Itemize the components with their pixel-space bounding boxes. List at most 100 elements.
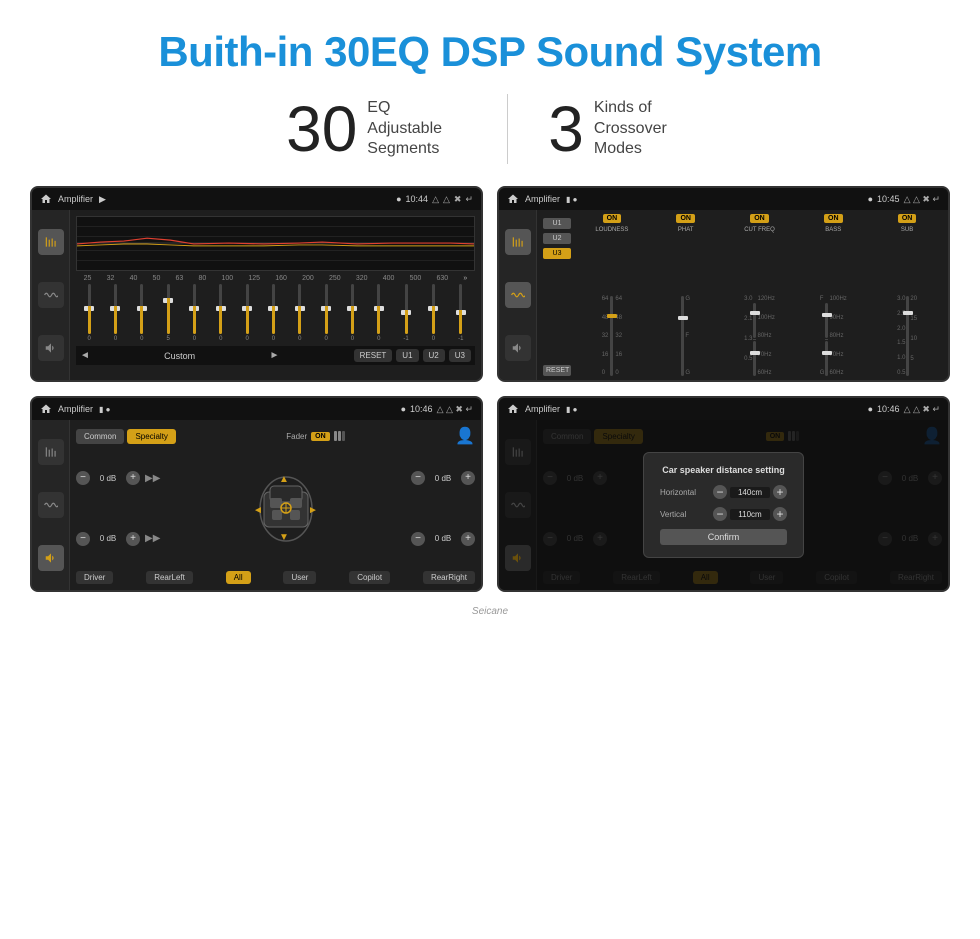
speaker-icon-2[interactable] xyxy=(505,335,531,361)
dialog-overlay: Car speaker distance setting Horizontal … xyxy=(499,420,948,590)
db-val-3: 0 dB xyxy=(428,474,458,483)
dialog-horizontal-row: Horizontal − 140cm + xyxy=(660,485,787,499)
eq-slider-4[interactable]: 5 xyxy=(166,284,169,344)
freq-320: 320 xyxy=(356,275,368,282)
eq-slider-3[interactable]: 0 xyxy=(140,284,143,344)
freq-80: 80 xyxy=(199,275,207,282)
eq-icon-2[interactable] xyxy=(505,229,531,255)
common-btn[interactable]: Common xyxy=(76,429,124,444)
plus-btn-1[interactable]: + xyxy=(126,471,140,485)
plus-btn-3[interactable]: + xyxy=(461,471,475,485)
reset-btn[interactable]: RESET xyxy=(354,349,393,362)
expand-icon[interactable]: » xyxy=(463,275,467,282)
minus-btn-2[interactable]: − xyxy=(76,532,90,546)
user-btn[interactable]: User xyxy=(283,571,316,584)
play-icon[interactable]: ▶ xyxy=(99,194,106,205)
plus-btn-4[interactable]: + xyxy=(461,532,475,546)
close-icon[interactable]: ✖ xyxy=(454,194,462,205)
eq-slider-13[interactable]: -1 xyxy=(403,284,408,344)
eq-next-btn[interactable]: ► xyxy=(269,350,279,361)
stat1-label: EQ AdjustableSegments xyxy=(367,98,467,160)
db-val-2: 0 dB xyxy=(93,534,123,543)
u2-preset[interactable]: U2 xyxy=(543,233,571,244)
eq-icon[interactable] xyxy=(38,229,64,255)
horizontal-value: 140cm xyxy=(730,487,770,498)
all-btn[interactable]: All xyxy=(226,571,251,584)
u3-btn[interactable]: U3 xyxy=(449,349,471,362)
u1-btn[interactable]: U1 xyxy=(396,349,418,362)
location-icon-2: ● xyxy=(868,194,873,204)
u3-preset[interactable]: U3 xyxy=(543,248,571,259)
eq-icon-3[interactable] xyxy=(38,439,64,465)
screen1-time: 10:44 xyxy=(406,194,429,204)
dialog-vertical-row: Vertical − 110cm + xyxy=(660,507,787,521)
eq-slider-9[interactable]: 0 xyxy=(298,284,301,344)
reset-preset[interactable]: RESET xyxy=(543,365,571,376)
speaker-icon[interactable] xyxy=(38,335,64,361)
user-avatar: 👤 xyxy=(455,426,475,446)
dialog-box: Car speaker distance setting Horizontal … xyxy=(643,452,804,558)
vertical-plus-btn[interactable]: + xyxy=(773,507,787,521)
screen3-statusbar: Amplifier ▮ ● ● 10:46 △ △ ✖ ↵ xyxy=(32,398,481,420)
stat-eq: 30 EQ AdjustableSegments xyxy=(246,97,507,161)
u2-btn[interactable]: U2 xyxy=(423,349,445,362)
eq-slider-8[interactable]: 0 xyxy=(272,284,275,344)
eq-slider-14[interactable]: 0 xyxy=(432,284,435,344)
phat-label: PHAT xyxy=(678,227,694,233)
freq-250: 250 xyxy=(329,275,341,282)
home-icon-2[interactable] xyxy=(507,193,519,205)
rearright-btn[interactable]: RearRight xyxy=(423,571,475,584)
eq-slider-10[interactable]: 0 xyxy=(324,284,327,344)
screen4-body: Common Specialty ON 👤 −0 dB+ xyxy=(499,420,948,590)
screen2-statusbar: Amplifier ▮ ● ● 10:45 △ △ ✖ ↵ xyxy=(499,188,948,210)
copilot-btn[interactable]: Copilot xyxy=(349,571,390,584)
volume-icon: △ xyxy=(443,194,450,205)
eq-bottom: ◄ Custom ► RESET U1 U2 U3 xyxy=(76,346,475,365)
eq-slider-2[interactable]: 0 xyxy=(114,284,117,344)
home-icon-4[interactable] xyxy=(507,403,519,415)
minus-btn-1[interactable]: − xyxy=(76,471,90,485)
horizontal-minus-btn[interactable]: − xyxy=(713,485,727,499)
freq-400: 400 xyxy=(383,275,395,282)
page-title: Buith-in 30EQ DSP Sound System xyxy=(0,0,980,94)
vertical-minus-btn[interactable]: − xyxy=(713,507,727,521)
screen2-container: Amplifier ▮ ● ● 10:45 △ △ ✖ ↵ xyxy=(497,186,950,382)
wave-icon[interactable] xyxy=(38,282,64,308)
screen2-app-label: Amplifier xyxy=(525,194,560,204)
eq-slider-12[interactable]: 0 xyxy=(377,284,380,344)
wave-icon-2[interactable] xyxy=(505,282,531,308)
horizontal-plus-btn[interactable]: + xyxy=(773,485,787,499)
speaker-icon-3[interactable] xyxy=(38,545,64,571)
dialog-title: Car speaker distance setting xyxy=(660,465,787,475)
eq-slider-11[interactable]: 0 xyxy=(351,284,354,344)
u1-preset[interactable]: U1 xyxy=(543,218,571,229)
rearleft-btn[interactable]: RearLeft xyxy=(146,571,193,584)
camera-icon: △ xyxy=(432,194,439,205)
screen3-container: Amplifier ▮ ● ● 10:46 △ △ ✖ ↵ xyxy=(30,396,483,592)
specialty-btn[interactable]: Specialty xyxy=(127,429,175,444)
plus-btn-2[interactable]: + xyxy=(126,532,140,546)
eq-slider-7[interactable]: 0 xyxy=(245,284,248,344)
home-icon[interactable] xyxy=(40,193,52,205)
stat2-number: 3 xyxy=(548,97,584,161)
svg-text:◄: ◄ xyxy=(253,505,263,516)
driver-btn[interactable]: Driver xyxy=(76,571,113,584)
screen2-side-controls xyxy=(499,210,537,380)
svg-text:▼: ▼ xyxy=(279,532,289,543)
back-icon[interactable]: ↵ xyxy=(465,194,473,205)
eq-freq-labels: 25 32 40 50 63 80 100 125 160 200 250 32… xyxy=(76,275,475,282)
eq-slider-1[interactable]: 0 xyxy=(87,284,90,344)
eq-prev-btn[interactable]: ◄ xyxy=(80,350,90,361)
home-icon-3[interactable] xyxy=(40,403,52,415)
eq-slider-15[interactable]: -1 xyxy=(458,284,463,344)
screen1-container: Amplifier ▶ ● 10:44 △ △ ✖ ↵ xyxy=(30,186,483,382)
eq-slider-5[interactable]: 0 xyxy=(193,284,196,344)
minus-btn-3[interactable]: − xyxy=(411,471,425,485)
channel-bass: ON BASS FG 100Hz90Hz80Hz70Hz60Hz xyxy=(798,214,868,376)
db-val-4: 0 dB xyxy=(428,534,458,543)
wave-icon-3[interactable] xyxy=(38,492,64,518)
channel-phat: ON PHAT GFG xyxy=(651,214,721,376)
confirm-button[interactable]: Confirm xyxy=(660,529,787,545)
minus-btn-4[interactable]: − xyxy=(411,532,425,546)
eq-slider-6[interactable]: 0 xyxy=(219,284,222,344)
